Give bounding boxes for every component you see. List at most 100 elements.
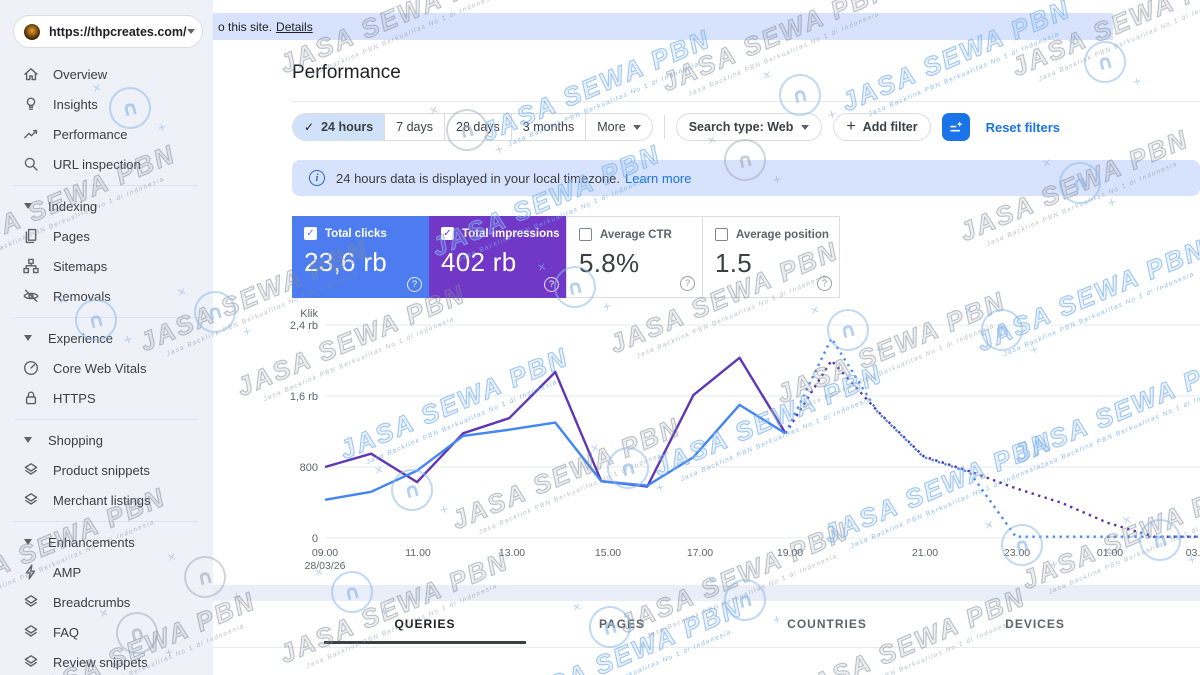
chevron-down-icon xyxy=(24,437,32,443)
filter-separator xyxy=(663,115,665,139)
dimension-tabs: QUERIES PAGES COUNTRIES DEVICES xyxy=(213,601,1200,647)
sidebar-item-core-web-vitals[interactable]: Core Web Vitals xyxy=(0,353,213,383)
metric-cards: ✓ Total clicks 23,6 rb? ✓ Total impressions 4… xyxy=(292,216,840,298)
info-icon: i xyxy=(309,170,325,186)
tab-pages[interactable]: PAGES xyxy=(547,601,697,647)
sidebar-item-label: HTTPS xyxy=(53,390,96,406)
sidebar-section-enhancements[interactable]: Enhancements xyxy=(0,527,213,557)
sidebar-item-amp[interactable]: AMP xyxy=(0,557,213,587)
sitemaps-icon xyxy=(23,258,39,274)
details-link[interactable]: Details xyxy=(276,20,313,34)
help-icon[interactable]: ? xyxy=(544,277,559,292)
sidebar-item-merchant-listings[interactable]: Merchant listings xyxy=(0,485,213,515)
performance-chart: 0 800 1,6 rb 2,4 rbKlik 09.0028/03/26 11.00 13… xyxy=(290,308,1200,572)
svg-text:01.00: 01.00 xyxy=(1097,547,1123,559)
sidebar-divider xyxy=(14,317,199,318)
sidebar-item-sitemaps[interactable]: Sitemaps xyxy=(0,251,213,281)
svg-text:1,6 rb: 1,6 rb xyxy=(290,391,318,403)
metric-label: Average position xyxy=(736,228,829,241)
property-selector[interactable]: https://thpcreates.com/ xyxy=(13,15,203,48)
sidebar-section-shopping[interactable]: Shopping xyxy=(0,425,213,455)
tab-countries[interactable]: COUNTRIES xyxy=(752,601,902,647)
sidebar-section-experience[interactable]: Experience xyxy=(0,323,213,353)
permission-banner: o this site. Details xyxy=(213,13,1113,40)
lightbulb-icon xyxy=(26,97,36,110)
date-range-chip-more[interactable]: More xyxy=(585,114,651,140)
help-icon[interactable]: ? xyxy=(407,277,422,292)
metric-value: 402 rb xyxy=(441,247,517,277)
sidebar-item-label: Pages xyxy=(53,228,90,244)
chip-label: 24 hours xyxy=(321,120,374,134)
reset-filters-link[interactable]: Reset filters xyxy=(986,120,1060,135)
filter-settings-button[interactable] xyxy=(941,113,970,141)
checkbox-checked-icon[interactable]: ✓ xyxy=(304,227,317,240)
sidebar-item-removals[interactable]: Removals xyxy=(0,281,213,311)
sidebar-item-product-snippets[interactable]: Product snippets xyxy=(0,455,213,485)
date-range-chip-3-months[interactable]: 3 months xyxy=(510,114,585,140)
chevron-down-icon xyxy=(24,539,32,545)
chip-label: 7 days xyxy=(396,120,434,134)
checkbox-checked-icon[interactable]: ✓ xyxy=(441,227,454,240)
metric-card-average-ctr[interactable]: Average CTR 5.8%? xyxy=(566,216,703,298)
sidebar-section-indexing[interactable]: Indexing xyxy=(0,191,213,221)
search-icon xyxy=(24,157,38,171)
metric-value: 1.5 xyxy=(715,248,753,278)
timezone-notice-text: 24 hours data is displayed in your local… xyxy=(336,170,620,186)
section-gap xyxy=(213,585,1200,601)
metric-card-total-clicks[interactable]: ✓ Total clicks 23,6 rb? xyxy=(292,216,429,298)
add-filter-button[interactable]: + Add filter xyxy=(833,113,931,141)
sidebar-item-breadcrumbs[interactable]: Breadcrumbs xyxy=(0,587,213,617)
sidebar-item-https[interactable]: HTTPS xyxy=(0,383,213,413)
sidebar-item-pages[interactable]: Pages xyxy=(0,221,213,251)
check-icon: ✓ xyxy=(304,120,315,134)
sidebar-item-label: URL inspection xyxy=(53,156,141,172)
sidebar-item-review-snippets[interactable]: Review snippets xyxy=(0,647,213,675)
plus-icon: + xyxy=(846,118,856,135)
date-range-chip-7-days[interactable]: 7 days xyxy=(384,114,444,140)
sidebar-item-label: Removals xyxy=(53,288,111,304)
rich-result-icon xyxy=(24,655,38,667)
sidebar-divider xyxy=(14,521,199,522)
date-range-chip-24-hours[interactable]: ✓ 24 hours xyxy=(293,114,385,140)
help-icon[interactable]: ? xyxy=(680,276,695,291)
sidebar-item-label: Review snippets xyxy=(53,654,148,670)
sidebar-item-label: Core Web Vitals xyxy=(53,360,147,376)
permission-banner-text: o this site. xyxy=(218,19,273,34)
sidebar-item-faq[interactable]: FAQ xyxy=(0,617,213,647)
sidebar-divider xyxy=(14,185,199,186)
lock-icon xyxy=(25,391,37,405)
date-range-chip-28-days[interactable]: 28 days xyxy=(444,114,511,140)
checkbox-unchecked-icon[interactable] xyxy=(715,228,728,241)
sidebar-item-overview[interactable]: Overview xyxy=(0,59,213,89)
metric-card-total-impressions[interactable]: ✓ Total impressions 402 rb? xyxy=(429,216,566,298)
metric-card-average-position[interactable]: Average position 1.5? xyxy=(703,216,840,298)
sidebar-item-url-inspection[interactable]: URL inspection xyxy=(0,149,213,179)
metric-label: Total impressions xyxy=(462,227,560,240)
search-type-dropdown[interactable]: Search type: Web xyxy=(675,113,823,141)
metric-value: 23,6 rb xyxy=(304,247,388,277)
svg-text:Klik: Klik xyxy=(300,308,318,320)
tab-devices[interactable]: DEVICES xyxy=(960,601,1110,647)
sidebar-section-label: Shopping xyxy=(48,432,103,448)
checkbox-unchecked-icon[interactable] xyxy=(579,228,592,241)
sidebar-item-performance[interactable]: Performance xyxy=(0,119,213,149)
sidebar-item-label: AMP xyxy=(53,564,82,580)
svg-text:2,4 rb: 2,4 rb xyxy=(290,320,318,332)
sidebar-item-label: Merchant listings xyxy=(53,492,151,508)
chevron-down-icon xyxy=(801,124,810,130)
property-url: https://thpcreates.com/ xyxy=(49,24,187,39)
core-web-vitals-icon xyxy=(23,360,39,376)
filter-row: ✓ 24 hours 7 days 28 days 3 months More Searc… xyxy=(292,113,1200,141)
metric-label: Total clicks xyxy=(325,227,387,240)
learn-more-link[interactable]: Learn more xyxy=(625,171,691,186)
help-icon[interactable]: ? xyxy=(817,276,832,291)
svg-text:800: 800 xyxy=(300,462,318,474)
active-tab-underline xyxy=(324,641,526,644)
rich-result-icon xyxy=(24,463,38,475)
sidebar-section-label: Enhancements xyxy=(48,534,135,550)
svg-text:28/03/26: 28/03/26 xyxy=(305,560,346,572)
chip-label: More xyxy=(597,120,626,134)
sidebar-item-insights[interactable]: Insights xyxy=(0,89,213,119)
gsc-performance-page: o this site. Details Performance ✓ 24 hou… xyxy=(0,0,1200,675)
sidebar-divider xyxy=(14,419,199,420)
